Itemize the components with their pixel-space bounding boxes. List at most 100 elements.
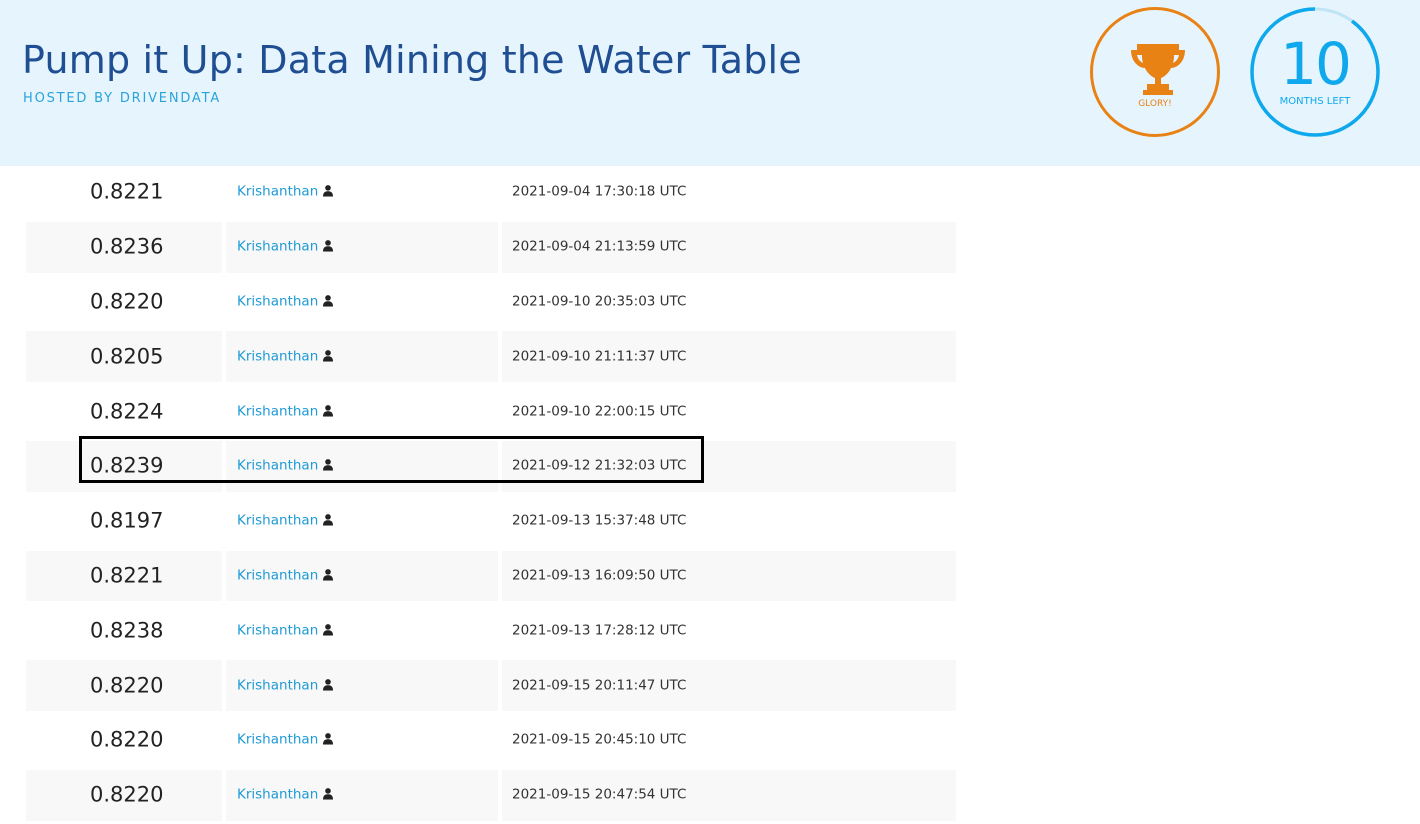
user-link[interactable]: Krishanthan: [237, 458, 334, 474]
username[interactable]: Krishanthan: [237, 513, 318, 529]
submission-timestamp: 2021-09-13 15:37:48 UTC: [512, 512, 687, 529]
user-icon: [323, 569, 334, 581]
time-remaining-badge: 10 MONTHS LEFT: [1250, 7, 1380, 137]
user-cell: Krishanthan: [226, 386, 498, 437]
user-link[interactable]: Krishanthan: [237, 239, 334, 255]
submission-timestamp: 2021-09-10 21:11:37 UTC: [512, 348, 687, 365]
submission-timestamp: 2021-09-12 21:32:03 UTC: [512, 458, 687, 475]
time-remaining-unit: MONTHS LEFT: [1279, 96, 1351, 107]
timestamp-cell: 2021-09-13 16:09:50 UTC: [502, 550, 956, 602]
user-icon: [323, 678, 334, 691]
username[interactable]: Krishanthan: [237, 403, 318, 419]
prize-badge: GLORY!: [1090, 7, 1220, 137]
username[interactable]: Krishanthan: [237, 622, 318, 638]
submission-timestamp: 2021-09-04 17:30:18 UTC: [512, 184, 687, 201]
user-cell: Krishanthan: [226, 496, 498, 547]
score-cell: 0.8205: [26, 331, 222, 383]
submission-timestamp: 2021-09-13 17:28:12 UTC: [512, 622, 687, 639]
timestamp-cell: 2021-09-12 21:32:03 UTC: [502, 440, 956, 492]
username[interactable]: Krishanthan: [237, 677, 318, 693]
score-value: 0.8220: [90, 727, 164, 752]
submission-timestamp: 2021-09-10 20:35:03 UTC: [512, 293, 687, 310]
user-link[interactable]: Krishanthan: [237, 294, 334, 310]
username[interactable]: Krishanthan: [237, 348, 318, 364]
table-row: 0.8224 Krishanthan 2021-09-10 22:00:15 UTC: [26, 385, 956, 440]
timestamp-cell: 2021-09-15 20:45:10 UTC: [502, 715, 956, 766]
timestamp-cell: 2021-09-15 20:47:54 UTC: [502, 769, 956, 821]
user-cell: Krishanthan: [226, 605, 498, 656]
table-row: 0.8238 Krishanthan 2021-09-13 17:28:12 UTC: [26, 604, 956, 659]
score-value: 0.8205: [90, 344, 164, 369]
table-row: 0.8205 Krishanthan 2021-09-10 21:11:37 UTC: [26, 330, 956, 385]
username[interactable]: Krishanthan: [237, 458, 318, 474]
user-icon: [323, 185, 334, 198]
user-link[interactable]: Krishanthan: [237, 677, 334, 693]
user-link[interactable]: Krishanthan: [237, 568, 334, 584]
timestamp-cell: 2021-09-10 20:35:03 UTC: [502, 277, 956, 328]
score-cell: 0.8238: [26, 605, 222, 656]
score-cell: 0.8224: [26, 386, 222, 437]
user-cell: Krishanthan: [226, 331, 498, 383]
submission-timestamp: 2021-09-10 22:00:15 UTC: [512, 403, 687, 420]
timestamp-cell: 2021-09-04 21:13:59 UTC: [502, 221, 956, 273]
score-cell: 0.8220: [26, 277, 222, 328]
hosted-by-label: HOSTED BY DRIVENDATA: [23, 91, 222, 106]
username[interactable]: Krishanthan: [237, 294, 318, 310]
score-cell: 0.8221: [26, 167, 222, 218]
user-icon: [323, 459, 334, 472]
user-icon: [323, 349, 334, 362]
score-value: 0.8221: [90, 563, 164, 588]
score-cell: 0.8220: [26, 715, 222, 766]
score-cell: 0.8236: [26, 221, 222, 273]
user-link[interactable]: Krishanthan: [237, 184, 334, 200]
score-value: 0.8220: [90, 673, 164, 698]
user-cell: Krishanthan: [226, 440, 498, 492]
username[interactable]: Krishanthan: [237, 184, 318, 200]
timestamp-cell: 2021-09-15 20:11:47 UTC: [502, 660, 956, 711]
table-row: 0.8220 Krishanthan 2021-09-15 20:45:10 UTC: [26, 714, 956, 769]
username[interactable]: Krishanthan: [237, 239, 318, 255]
table-row: 0.8197 Krishanthan 2021-09-13 15:37:48 UTC: [26, 495, 956, 550]
submission-timestamp: 2021-09-13 16:09:50 UTC: [512, 567, 687, 584]
submission-timestamp: 2021-09-15 20:11:47 UTC: [512, 677, 687, 694]
username[interactable]: Krishanthan: [237, 732, 318, 748]
user-icon: [323, 623, 334, 636]
trophy-icon: [1131, 44, 1185, 95]
score-cell: 0.8220: [26, 660, 222, 711]
username[interactable]: Krishanthan: [237, 568, 318, 584]
page-title: Pump it Up: Data Mining the Water Table: [22, 38, 802, 82]
score-value: 0.8220: [90, 289, 164, 314]
score-value: 0.8239: [90, 453, 164, 478]
time-remaining-number: 10: [1280, 30, 1352, 98]
score-cell: 0.8239: [26, 440, 222, 492]
user-link[interactable]: Krishanthan: [237, 622, 334, 638]
table-row: 0.8236 Krishanthan 2021-09-04 21:13:59 UTC: [26, 221, 956, 276]
competition-header: Pump it Up: Data Mining the Water Table …: [0, 0, 1420, 166]
user-link[interactable]: Krishanthan: [237, 348, 334, 364]
table-row: 0.8220 Krishanthan 2021-09-15 20:47:54 UTC: [26, 769, 956, 824]
timestamp-cell: 2021-09-04 17:30:18 UTC: [502, 167, 956, 218]
score-value: 0.8236: [90, 234, 164, 259]
submission-timestamp: 2021-09-15 20:45:10 UTC: [512, 732, 687, 749]
timestamp-cell: 2021-09-10 21:11:37 UTC: [502, 331, 956, 383]
timestamp-cell: 2021-09-13 15:37:48 UTC: [502, 496, 956, 547]
user-link[interactable]: Krishanthan: [237, 513, 334, 529]
user-cell: Krishanthan: [226, 660, 498, 711]
user-link[interactable]: Krishanthan: [237, 732, 334, 748]
user-icon: [323, 733, 334, 746]
user-link[interactable]: Krishanthan: [237, 787, 334, 803]
submission-timestamp: 2021-09-04 21:13:59 UTC: [512, 238, 687, 255]
score-value: 0.8221: [90, 179, 164, 204]
username[interactable]: Krishanthan: [237, 787, 318, 803]
user-icon: [323, 240, 334, 252]
table-row: 0.8239 Krishanthan 2021-09-12 21:32:03 UTC: [26, 440, 956, 495]
score-value: 0.8238: [90, 618, 164, 643]
prize-label: GLORY!: [1138, 99, 1172, 109]
user-cell: Krishanthan: [226, 715, 498, 766]
user-link[interactable]: Krishanthan: [237, 403, 334, 419]
table-row: 0.8220 Krishanthan 2021-09-15 20:11:47 UTC: [26, 659, 956, 714]
user-cell: Krishanthan: [226, 550, 498, 602]
user-cell: Krishanthan: [226, 277, 498, 328]
score-value: 0.8224: [90, 399, 164, 424]
submission-timestamp: 2021-09-15 20:47:54 UTC: [512, 786, 687, 803]
